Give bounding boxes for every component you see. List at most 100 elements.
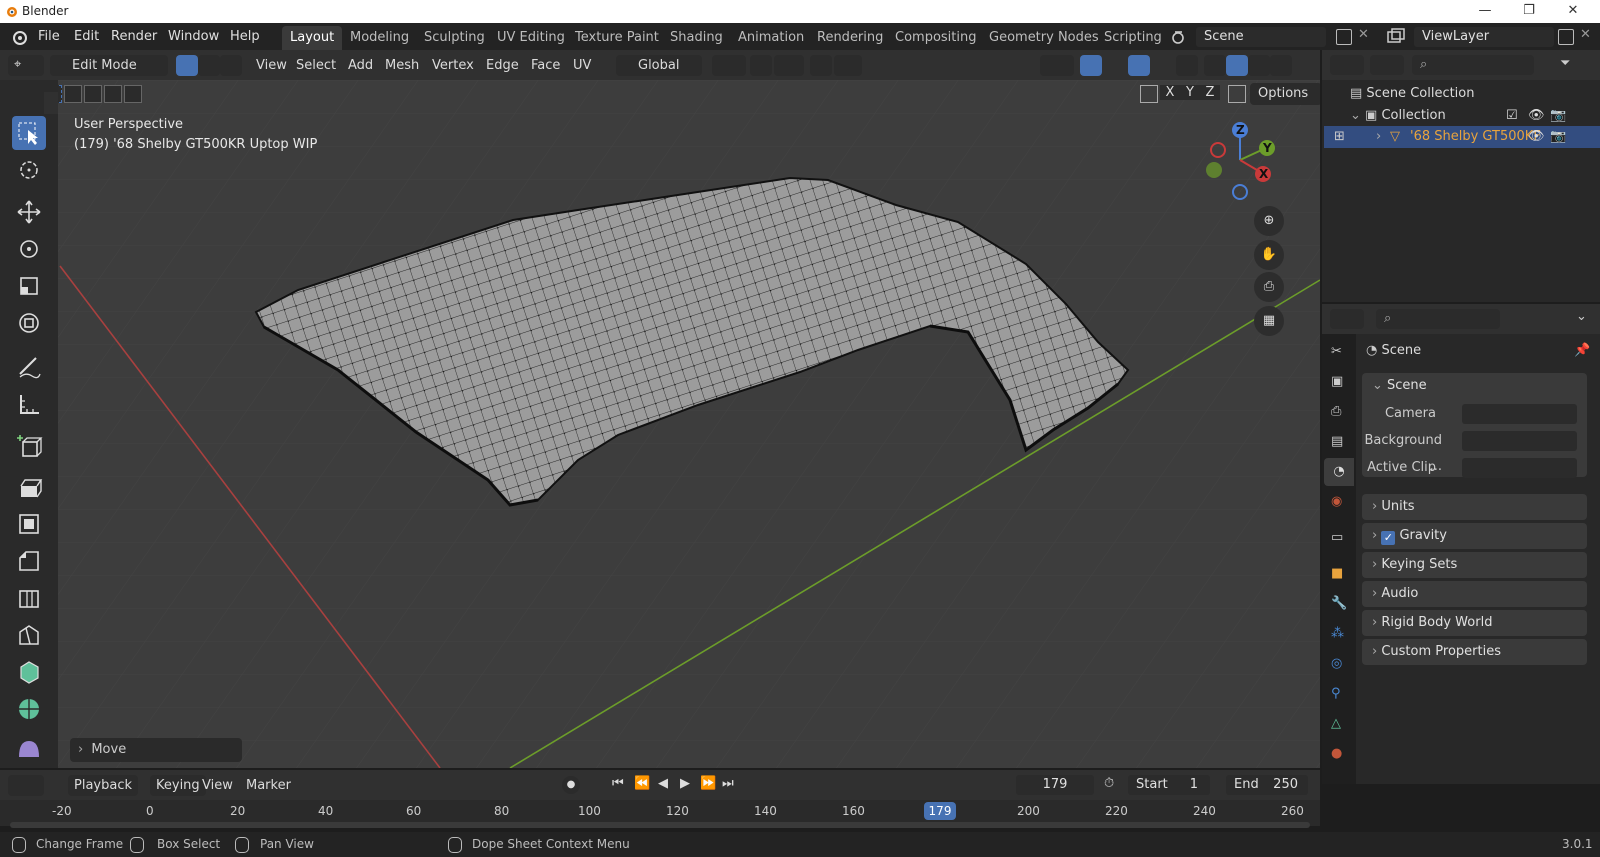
- timeline-ruler[interactable]: -20 0 20 40 60 80 100 120 140 160 179 20…: [0, 800, 1320, 822]
- transform-tool[interactable]: [12, 306, 46, 340]
- timeline-menu-marker[interactable]: Marker: [240, 775, 297, 796]
- poly-build-tool[interactable]: [12, 655, 46, 689]
- play-icon[interactable]: ▶: [680, 776, 690, 791]
- menu-face[interactable]: Face: [525, 55, 566, 76]
- tab-sculpting[interactable]: Sculpting: [416, 26, 493, 50]
- viewlayer-selector[interactable]: ViewLayer: [1414, 27, 1554, 47]
- menu-vertex[interactable]: Vertex: [426, 55, 480, 76]
- properties-options-chevron-icon[interactable]: ⌄: [1576, 309, 1587, 324]
- custom-properties-panel[interactable]: › Custom Properties: [1362, 639, 1587, 665]
- minimize-button[interactable]: —: [1462, 0, 1508, 23]
- keying-sets-panel[interactable]: › Keying Sets: [1362, 552, 1587, 578]
- timeline-menu-view[interactable]: View: [196, 775, 239, 796]
- collection-include-checkbox[interactable]: ☑: [1506, 106, 1518, 126]
- menu-uv[interactable]: UV: [567, 55, 597, 76]
- jump-start-icon[interactable]: ⏮: [612, 776, 624, 791]
- menu-edit[interactable]: Edit: [68, 27, 105, 47]
- solid-shading-button[interactable]: [1226, 55, 1248, 76]
- timeline-scrollbar[interactable]: [10, 822, 1310, 828]
- output-tab-icon[interactable]: ⎙: [1331, 404, 1341, 419]
- audio-panel[interactable]: › Audio: [1362, 581, 1587, 607]
- proportional-falloff-button[interactable]: [834, 55, 862, 76]
- perspective-toggle-icon[interactable]: ▦: [1254, 306, 1284, 336]
- material-tab-icon[interactable]: ●: [1331, 746, 1342, 761]
- playback-dropdown[interactable]: Playback: [68, 775, 139, 796]
- tab-shading[interactable]: Shading: [662, 26, 731, 50]
- current-frame-field[interactable]: 179: [1016, 775, 1094, 795]
- gizmo-toggle-button[interactable]: [1080, 55, 1102, 76]
- tab-compositing[interactable]: Compositing: [887, 26, 985, 50]
- camera-view-icon[interactable]: ⎙: [1254, 272, 1284, 302]
- camera-field[interactable]: [1462, 404, 1577, 424]
- cursor-tool[interactable]: [12, 153, 46, 187]
- menu-edge[interactable]: Edge: [480, 55, 525, 76]
- tab-rendering[interactable]: Rendering: [809, 26, 891, 50]
- material-shading-button[interactable]: [1248, 55, 1270, 76]
- scene-panel-header[interactable]: ⌄ Scene: [1362, 373, 1587, 399]
- loop-cut-tool[interactable]: [12, 581, 46, 615]
- start-frame-field[interactable]: Start 1: [1128, 775, 1210, 795]
- blender-menu-icon[interactable]: [10, 29, 28, 45]
- menu-select[interactable]: Select: [290, 55, 342, 76]
- gravity-panel[interactable]: › ✓ Gravity: [1362, 523, 1587, 549]
- properties-search-input[interactable]: ⌕: [1376, 309, 1500, 329]
- auto-merge-icon[interactable]: [1228, 85, 1246, 103]
- timeline-editor-type[interactable]: [8, 775, 44, 796]
- tab-geometry-nodes[interactable]: Geometry Nodes: [981, 26, 1107, 50]
- scene-icon[interactable]: [1170, 28, 1190, 46]
- tool-tab-icon[interactable]: ✂: [1331, 344, 1342, 359]
- scene-selector[interactable]: Scene: [1196, 27, 1326, 47]
- menu-file[interactable]: File: [32, 27, 66, 47]
- scene-tab-icon[interactable]: ◔: [1324, 458, 1354, 486]
- mirror-options-icon[interactable]: [1140, 85, 1158, 103]
- pin-icon[interactable]: 📌: [1574, 340, 1590, 362]
- wireframe-shading-button[interactable]: [1204, 55, 1226, 76]
- background-field[interactable]: [1462, 431, 1577, 451]
- tab-layout[interactable]: Layout: [282, 26, 343, 50]
- spin-tool[interactable]: [12, 692, 46, 726]
- active-clip-field[interactable]: [1462, 458, 1577, 478]
- constraints-tab-icon[interactable]: ⚲: [1331, 686, 1341, 701]
- select-box-tool[interactable]: [12, 116, 46, 150]
- tab-scripting[interactable]: Scripting: [1096, 26, 1170, 50]
- modifier-tab-icon[interactable]: 🔧: [1331, 596, 1347, 611]
- mode-dropdown[interactable]: Edit Mode: [50, 55, 168, 76]
- select-subtract-icon[interactable]: [84, 85, 102, 103]
- menu-help[interactable]: Help: [224, 27, 266, 47]
- vertex-select-button[interactable]: [176, 55, 198, 76]
- last-operator-panel[interactable]: › Move: [70, 738, 242, 762]
- playhead-frame-badge[interactable]: 179: [924, 802, 956, 820]
- annotate-tool[interactable]: [12, 350, 46, 384]
- delete-scene-icon[interactable]: ✕: [1358, 27, 1369, 42]
- outliner-editor-type[interactable]: [1330, 55, 1364, 75]
- inset-tool[interactable]: [12, 507, 46, 541]
- outliner-row-collection[interactable]: ⌄ ▣ Collection ☑ 👁 📷: [1350, 106, 1600, 126]
- outliner-row-scene-collection[interactable]: ▤ Scene Collection: [1350, 84, 1590, 104]
- tab-modeling[interactable]: Modeling: [342, 26, 417, 50]
- mirror-z-toggle[interactable]: Z: [1200, 85, 1220, 100]
- new-scene-icon[interactable]: [1336, 29, 1352, 45]
- collection-visibility-eye-icon[interactable]: 👁: [1528, 106, 1545, 126]
- jump-end-icon[interactable]: ⏭: [722, 776, 734, 791]
- menu-mesh[interactable]: Mesh: [379, 55, 425, 76]
- particles-tab-icon[interactable]: ⁂: [1331, 626, 1344, 641]
- rigid-body-world-panel[interactable]: › Rigid Body World: [1362, 610, 1587, 636]
- move-tool[interactable]: [12, 195, 46, 229]
- snap-target-button[interactable]: [774, 55, 804, 76]
- menu-render[interactable]: Render: [105, 27, 163, 47]
- pivot-point-button[interactable]: [712, 55, 746, 76]
- smooth-tool[interactable]: [12, 729, 46, 763]
- stopwatch-icon[interactable]: ⏱: [1104, 776, 1114, 791]
- maximize-button[interactable]: ❐: [1506, 0, 1552, 23]
- object-render-camera-icon[interactable]: 📷: [1550, 126, 1566, 148]
- outliner-row-object[interactable]: ⊞ › ▽ '68 Shelby GT500KF 👁 📷: [1324, 126, 1600, 148]
- prev-keyframe-icon[interactable]: ⏪: [634, 776, 650, 791]
- scale-tool[interactable]: [12, 269, 46, 303]
- add-cube-tool[interactable]: [12, 430, 46, 464]
- render-tab-icon[interactable]: ▣: [1331, 374, 1343, 389]
- close-window-button[interactable]: ✕: [1550, 0, 1596, 23]
- collection-tab-icon[interactable]: ▭: [1331, 530, 1343, 545]
- viewlayer-icon[interactable]: [1386, 28, 1410, 46]
- tab-animation[interactable]: Animation: [730, 26, 812, 50]
- physics-tab-icon[interactable]: ◎: [1331, 656, 1342, 671]
